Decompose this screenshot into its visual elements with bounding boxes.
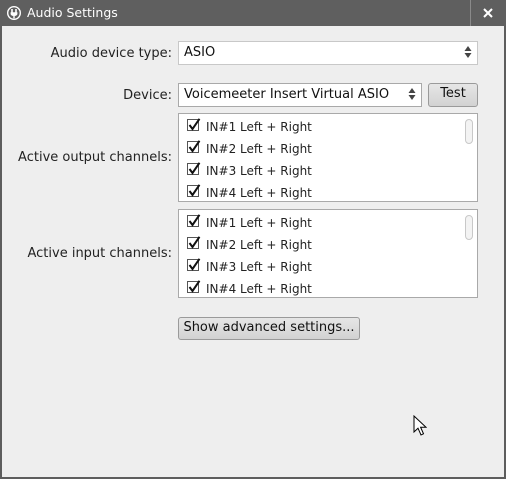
list-item[interactable]: IN#1 Left + Right xyxy=(179,212,459,234)
list-item[interactable]: IN#1 Left + Right xyxy=(179,116,459,138)
channel-label: IN#3 Left + Right xyxy=(206,164,312,178)
checkmark-icon[interactable] xyxy=(187,140,201,154)
settings-panel: Audio device type: ASIO Device: Voicemee… xyxy=(2,26,504,477)
channel-label: IN#1 Left + Right xyxy=(206,216,312,230)
list-item[interactable]: IN#2 Left + Right xyxy=(179,234,459,256)
channel-label: IN#2 Left + Right xyxy=(206,142,312,156)
checkmark-icon[interactable] xyxy=(187,118,201,132)
device-value: Voicemeeter Insert Virtual ASIO xyxy=(184,87,390,102)
channel-label: IN#4 Left + Right xyxy=(206,282,312,296)
checkmark-icon[interactable] xyxy=(187,280,201,294)
channel-label: IN#3 Left + Right xyxy=(206,260,312,274)
output-channels-label: Active output channels: xyxy=(18,150,172,165)
input-channels-label: Active input channels: xyxy=(27,246,172,261)
checkmark-icon[interactable] xyxy=(187,162,201,176)
input-channels-list[interactable]: IN#1 Left + Right IN#2 Left + Right IN#3… xyxy=(178,209,478,298)
updown-arrows-icon xyxy=(464,46,472,58)
checkmark-icon[interactable] xyxy=(187,258,201,272)
audio-device-type-value: ASIO xyxy=(184,45,216,60)
checkmark-icon[interactable] xyxy=(187,214,201,228)
updown-arrows-icon xyxy=(408,88,416,100)
mouse-pointer-icon xyxy=(413,415,427,436)
show-advanced-settings-button[interactable]: Show advanced settings... xyxy=(178,317,360,340)
power-plug-icon xyxy=(7,6,21,20)
input-channels-scrollbar[interactable] xyxy=(465,215,473,240)
channel-label: IN#2 Left + Right xyxy=(206,238,312,252)
close-icon xyxy=(482,8,493,18)
checkmark-icon[interactable] xyxy=(187,236,201,250)
window-title: Audio Settings xyxy=(27,5,118,20)
device-select[interactable]: Voicemeeter Insert Virtual ASIO xyxy=(178,83,422,107)
list-item[interactable]: IN#3 Left + Right xyxy=(179,256,459,278)
output-channels-scrollbar[interactable] xyxy=(465,119,473,144)
checkmark-icon[interactable] xyxy=(187,184,201,198)
close-button[interactable] xyxy=(470,0,504,26)
channel-label: IN#1 Left + Right xyxy=(206,120,312,134)
device-label: Device: xyxy=(123,88,172,103)
list-item[interactable]: IN#4 Left + Right xyxy=(179,182,459,201)
channel-label: IN#4 Left + Right xyxy=(206,186,312,200)
audio-device-type-select[interactable]: ASIO xyxy=(178,41,478,65)
audio-settings-window: Audio Settings Audio device type: ASIO D… xyxy=(0,0,506,479)
audio-device-type-label: Audio device type: xyxy=(50,46,172,61)
test-button[interactable]: Test xyxy=(428,83,478,107)
output-channels-list[interactable]: IN#1 Left + Right IN#2 Left + Right IN#3… xyxy=(178,113,478,202)
list-item[interactable]: IN#2 Left + Right xyxy=(179,138,459,160)
list-item[interactable]: IN#3 Left + Right xyxy=(179,160,459,182)
title-bar[interactable]: Audio Settings xyxy=(0,0,506,26)
list-item[interactable]: IN#4 Left + Right xyxy=(179,278,459,297)
